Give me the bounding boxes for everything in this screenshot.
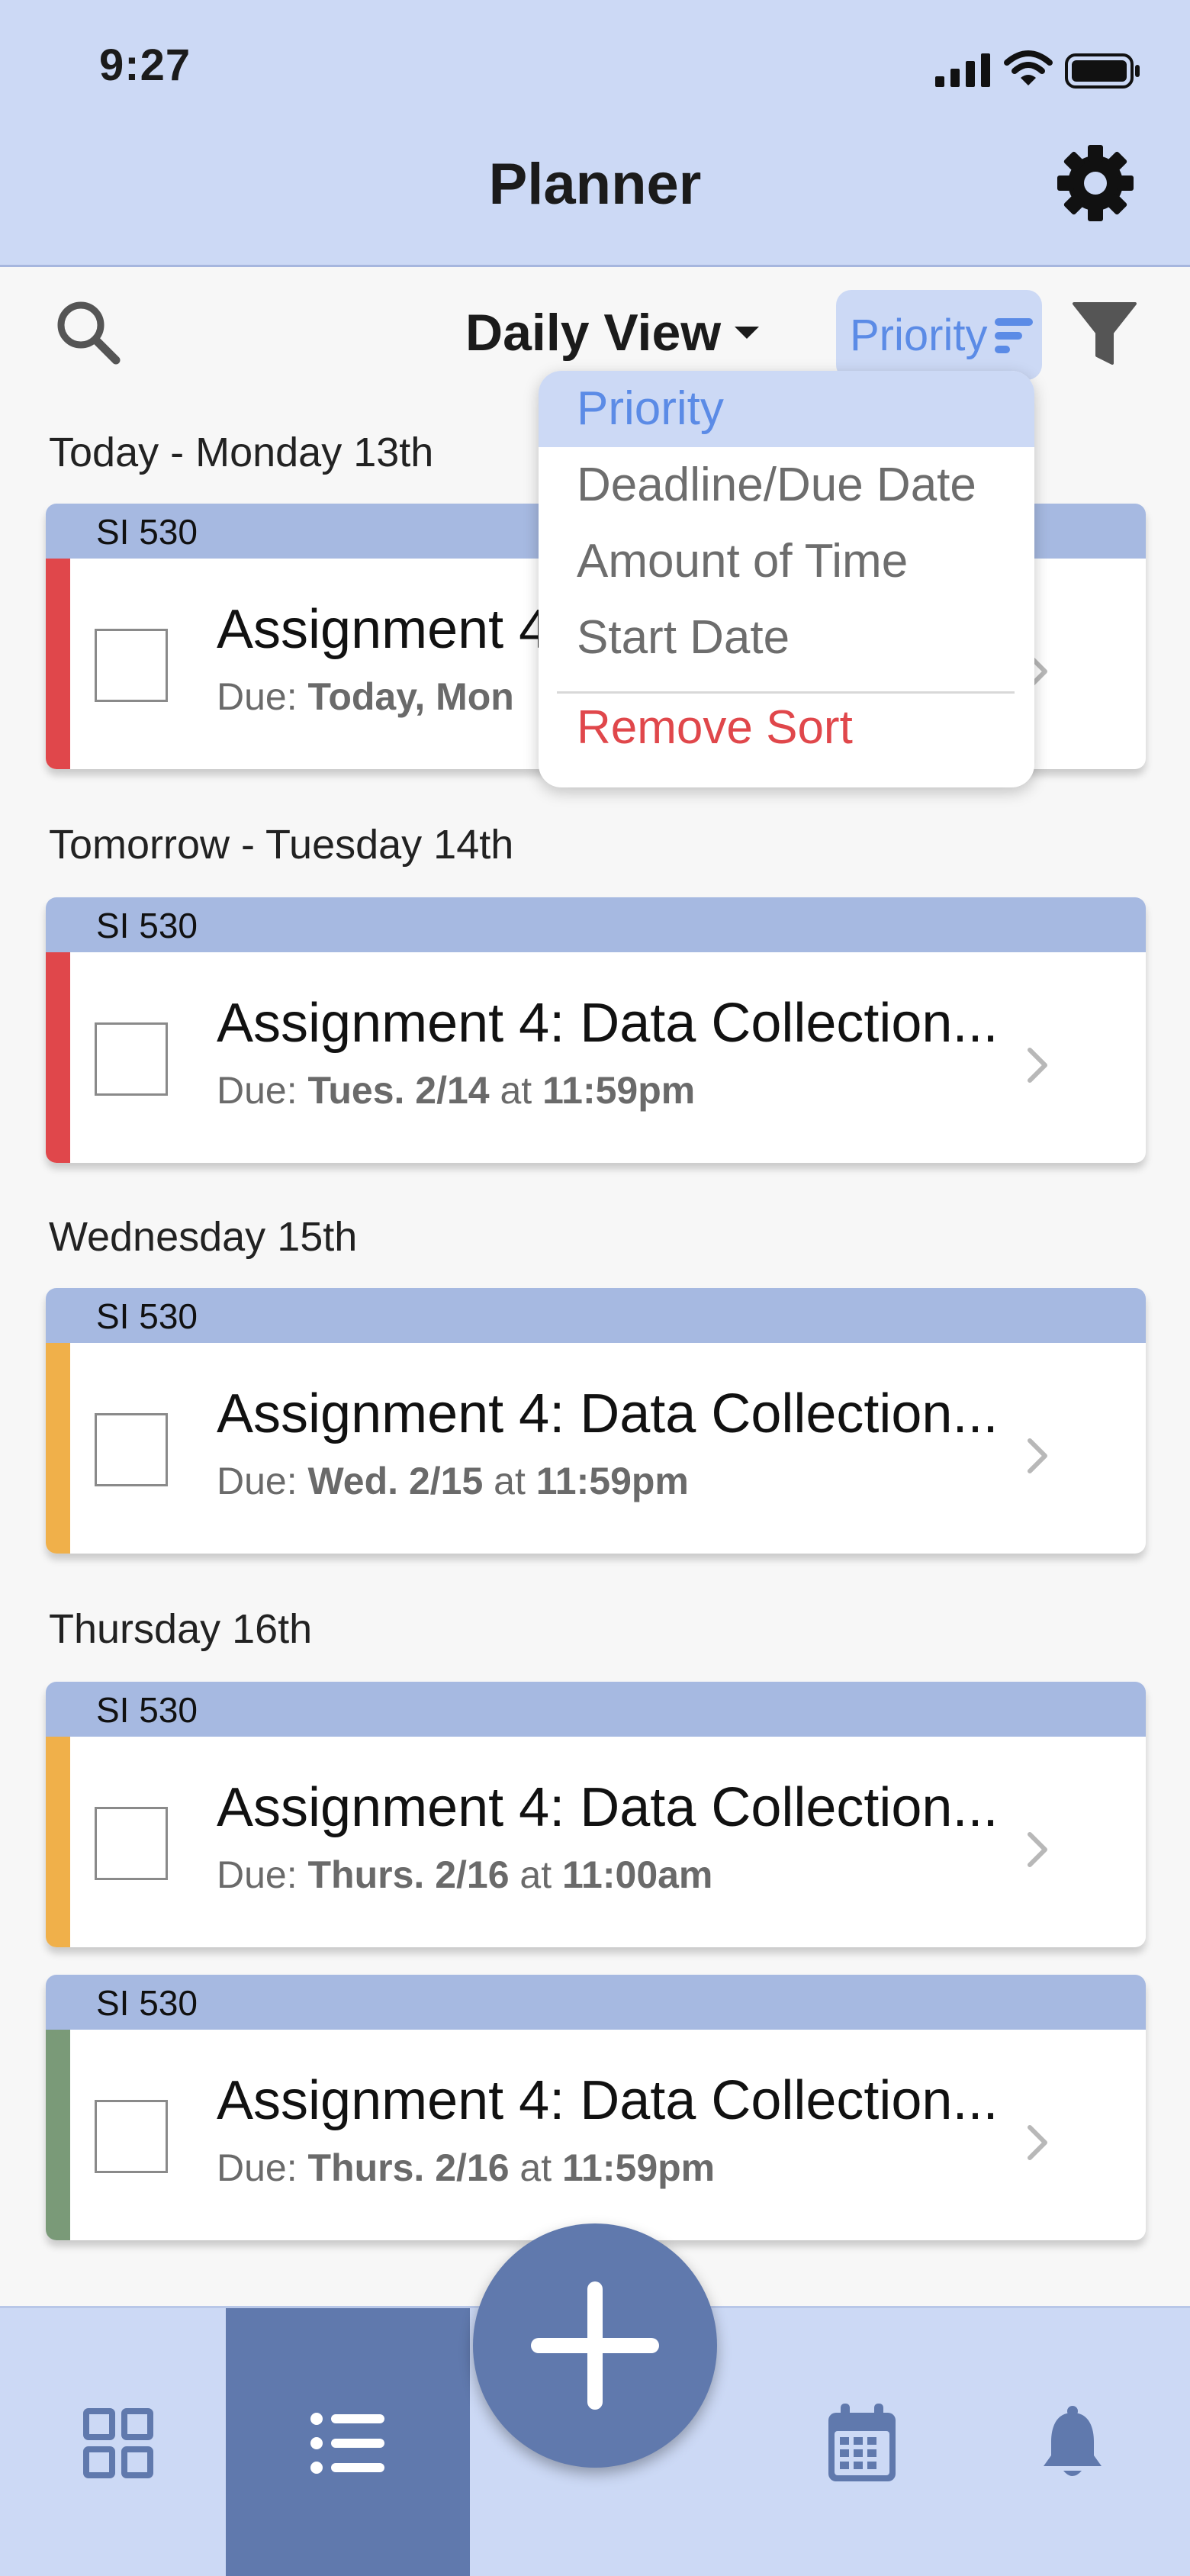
complete-checkbox[interactable] bbox=[95, 1413, 168, 1486]
due-mid: at bbox=[509, 2146, 562, 2189]
view-selector-label: Daily View bbox=[465, 304, 722, 362]
nav-dashboard[interactable] bbox=[61, 2308, 175, 2576]
sort-option-start-date[interactable]: Start Date bbox=[539, 600, 1034, 676]
course-bar: SI 530 bbox=[46, 897, 1146, 952]
nav-calendar[interactable] bbox=[809, 2308, 915, 2576]
assignment-card[interactable]: SI 530 Assignment 4: Data Collection... … bbox=[46, 1682, 1146, 1947]
plus-icon-vertical bbox=[587, 2281, 603, 2410]
due-time: 11:59pm bbox=[536, 1460, 689, 1502]
course-bar: SI 530 bbox=[46, 1288, 1146, 1343]
assignment-title: Assignment 4: Data Collection... bbox=[217, 993, 999, 1054]
due-date: Today, Mon bbox=[307, 675, 514, 718]
status-time: 9:27 bbox=[99, 40, 191, 90]
sort-lines-icon bbox=[995, 318, 1034, 353]
due-date: Tues. 2/14 bbox=[307, 1069, 490, 1112]
complete-checkbox[interactable] bbox=[95, 1022, 168, 1096]
list-icon bbox=[310, 2413, 384, 2474]
due-prefix: Due: bbox=[217, 1460, 308, 1502]
chevron-right-icon bbox=[1028, 1048, 1047, 1083]
due-prefix: Due: bbox=[217, 1069, 308, 1112]
priority-indicator bbox=[46, 559, 70, 769]
chevron-right-icon bbox=[1028, 2125, 1047, 2160]
course-label: SI 530 bbox=[96, 512, 198, 552]
search-icon[interactable] bbox=[53, 298, 122, 366]
sort-button-label: Priority bbox=[850, 310, 988, 360]
sort-option-deadline[interactable]: Deadline/Due Date bbox=[539, 447, 1034, 523]
chevron-right-icon bbox=[1028, 1832, 1047, 1867]
sort-option-amount-of-time[interactable]: Amount of Time bbox=[539, 523, 1034, 600]
due-date: Thurs. 2/16 bbox=[307, 1853, 510, 1896]
due-prefix: Due: bbox=[217, 675, 308, 718]
assignment-title: Assignment 4: Data Collection... bbox=[217, 1777, 999, 1838]
due-mid: at bbox=[509, 1853, 562, 1896]
course-label: SI 530 bbox=[96, 906, 198, 945]
view-selector[interactable]: Daily View bbox=[465, 296, 760, 369]
section-label-tomorrow: Tomorrow - Tuesday 14th bbox=[49, 822, 514, 868]
due-date: Thurs. 2/16 bbox=[307, 2146, 510, 2189]
battery-icon bbox=[1065, 53, 1140, 89]
assignment-card[interactable]: SI 530 Assignment 4: Data Collection... … bbox=[46, 1975, 1146, 2240]
app-header: 9:27 Planner bbox=[0, 0, 1190, 267]
caret-down-icon bbox=[735, 327, 760, 339]
course-label: SI 530 bbox=[96, 1983, 198, 2023]
priority-indicator bbox=[46, 1737, 70, 1947]
chevron-right-icon bbox=[1028, 1438, 1047, 1473]
nav-list[interactable] bbox=[226, 2308, 470, 2576]
course-bar: SI 530 bbox=[46, 1682, 1146, 1737]
due-date: Wed. 2/15 bbox=[307, 1460, 484, 1502]
assignment-card[interactable]: SI 530 Assignment 4: Data Collection... … bbox=[46, 1288, 1146, 1554]
due-time: 11:59pm bbox=[542, 1069, 696, 1112]
complete-checkbox[interactable] bbox=[95, 2100, 168, 2173]
remove-sort-option[interactable]: Remove Sort bbox=[539, 691, 1034, 768]
due-text: Due: Tues. 2/14 at 11:59pm bbox=[217, 1068, 695, 1113]
sort-button[interactable]: Priority bbox=[836, 290, 1042, 380]
due-prefix: Due: bbox=[217, 2146, 308, 2189]
due-time: 11:59pm bbox=[562, 2146, 716, 2189]
sort-dropdown-menu: Priority Deadline/Due Date Amount of Tim… bbox=[539, 371, 1034, 787]
section-label-thursday: Thursday 16th bbox=[49, 1606, 313, 1652]
course-label: SI 530 bbox=[96, 1690, 198, 1730]
cellular-signal-icon bbox=[935, 53, 990, 87]
section-label-wednesday: Wednesday 15th bbox=[49, 1214, 358, 1260]
calendar-icon bbox=[828, 2404, 896, 2481]
priority-indicator bbox=[46, 952, 70, 1163]
sort-option-priority[interactable]: Priority bbox=[539, 371, 1034, 447]
assignment-title: Assignment 4: Data Collection... bbox=[217, 1383, 999, 1444]
filter-icon[interactable] bbox=[1071, 299, 1138, 368]
complete-checkbox[interactable] bbox=[95, 1807, 168, 1880]
due-mid: at bbox=[489, 1069, 543, 1112]
due-prefix: Due: bbox=[217, 1853, 308, 1896]
priority-indicator bbox=[46, 1343, 70, 1554]
complete-checkbox[interactable] bbox=[95, 629, 168, 702]
dashboard-grid-icon bbox=[83, 2408, 153, 2478]
priority-indicator bbox=[46, 2030, 70, 2240]
due-mid: at bbox=[483, 1460, 536, 1502]
due-text: Due: Thurs. 2/16 at 11:59pm bbox=[217, 2146, 715, 2190]
section-label-today: Today - Monday 13th bbox=[49, 430, 434, 475]
wifi-icon bbox=[1004, 50, 1053, 85]
due-text: Due: Today, Mon bbox=[217, 675, 514, 719]
due-text: Due: Wed. 2/15 at 11:59pm bbox=[217, 1459, 689, 1503]
assignment-title: Assignment 4: Data Collection... bbox=[217, 2070, 999, 2131]
assignment-card[interactable]: SI 530 Assignment 4: Data Collection... … bbox=[46, 897, 1146, 1163]
add-task-button[interactable] bbox=[473, 2223, 717, 2468]
due-text: Due: Thurs. 2/16 at 11:00am bbox=[217, 1853, 712, 1897]
bell-icon bbox=[1044, 2406, 1102, 2476]
gear-icon[interactable] bbox=[1056, 143, 1135, 223]
course-bar: SI 530 bbox=[46, 1975, 1146, 2030]
due-time: 11:00am bbox=[562, 1853, 713, 1896]
nav-notifications[interactable] bbox=[1019, 2308, 1126, 2576]
course-label: SI 530 bbox=[96, 1296, 198, 1336]
assignment-title: Assignment 4 bbox=[217, 599, 550, 660]
page-title: Planner bbox=[488, 152, 702, 217]
